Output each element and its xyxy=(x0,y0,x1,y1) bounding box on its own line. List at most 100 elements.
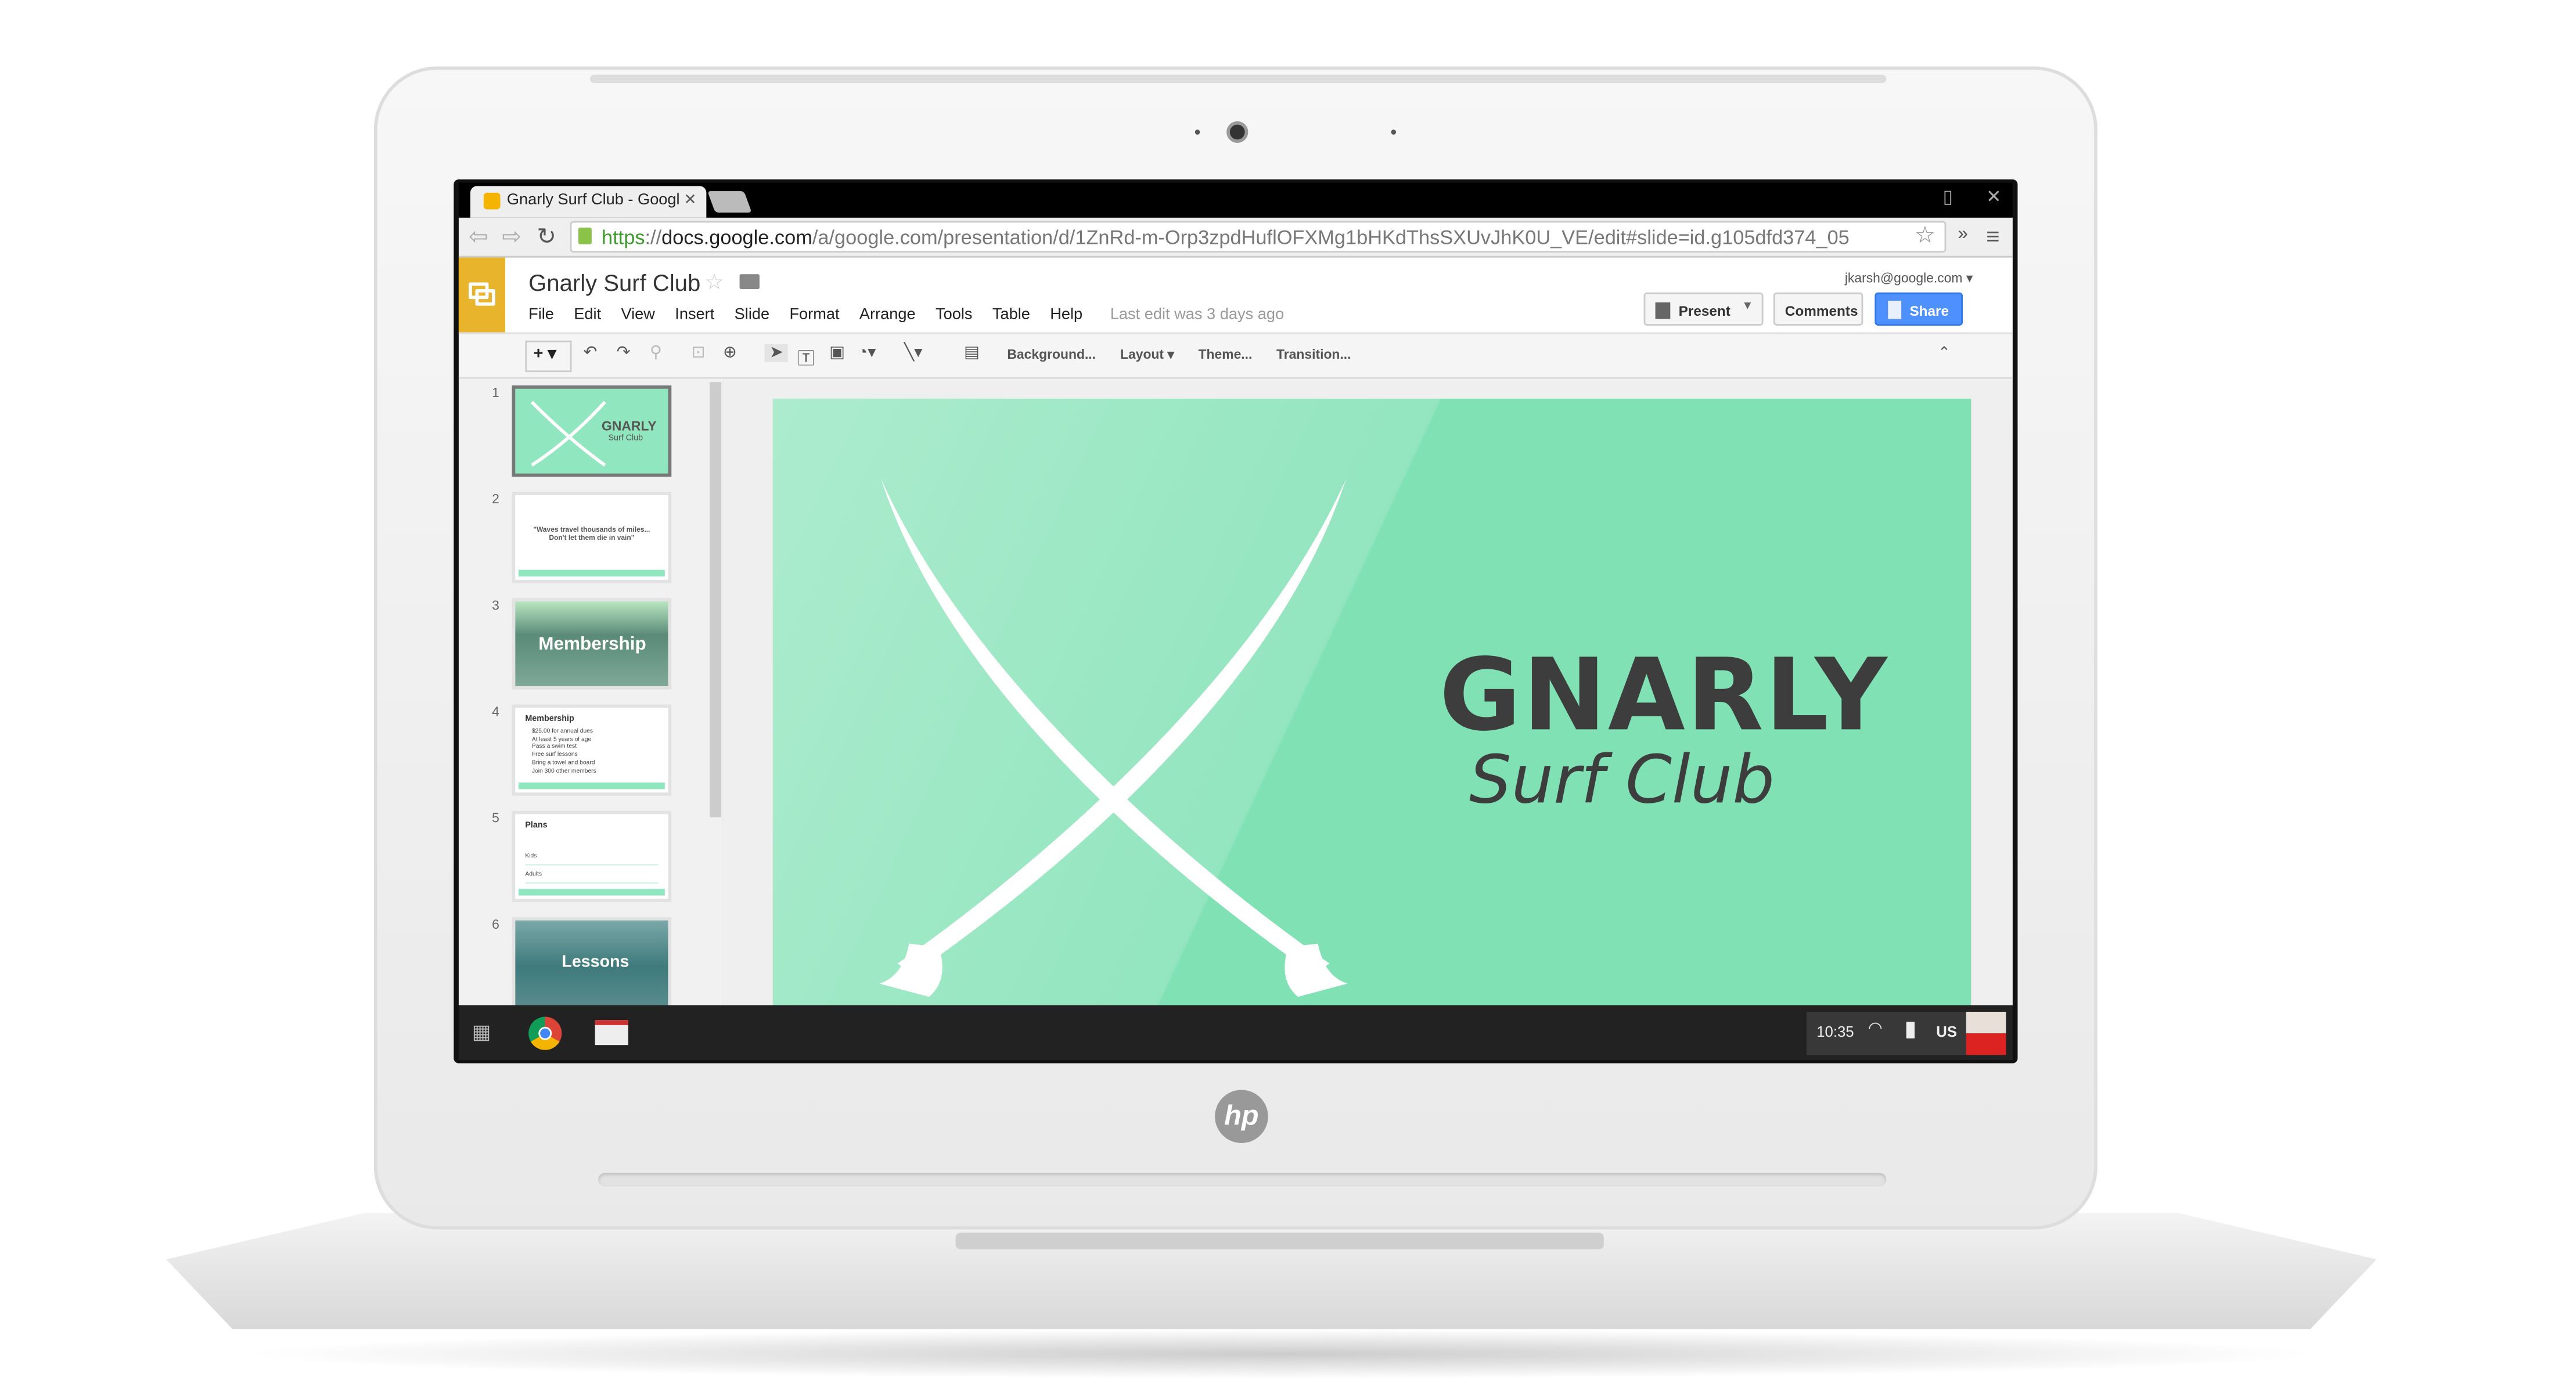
select-icon[interactable]: ➤ xyxy=(764,344,789,362)
url-sep: :// xyxy=(645,226,662,250)
slides-logo-icon[interactable] xyxy=(458,257,506,333)
new-tab-button[interactable] xyxy=(707,191,752,213)
redo-icon[interactable]: ↷ xyxy=(617,344,631,362)
menu-help[interactable]: Help xyxy=(1050,306,1082,324)
extensions-overflow-icon[interactable]: » xyxy=(1958,224,1968,244)
folder-icon[interactable] xyxy=(739,274,760,289)
image-icon[interactable]: ▣ xyxy=(829,344,845,362)
menu-format[interactable]: Format xyxy=(789,306,839,324)
menu-view[interactable]: View xyxy=(621,306,654,324)
bullet-item: Join 300 other members xyxy=(531,766,596,774)
slide-thumb-4[interactable]: Membership $25.00 for annual dues At leas… xyxy=(512,704,672,796)
maximize-icon[interactable]: ▯ xyxy=(1943,186,1953,207)
chrome-menu-icon[interactable]: ≡ xyxy=(1986,223,1999,250)
layout-button[interactable]: Layout ▾ xyxy=(1120,347,1174,362)
bullet-item: $25.00 for annual dues xyxy=(531,727,593,735)
slide-number: 6 xyxy=(492,917,499,932)
slide-title[interactable]: GNARLY xyxy=(1439,638,1888,754)
footer-bar xyxy=(518,889,665,896)
doc-title[interactable]: Gnarly Surf Club xyxy=(528,269,700,296)
sensor-dot xyxy=(1391,129,1397,135)
reload-icon[interactable]: ↻ xyxy=(537,223,556,251)
bullet-item: At least 5 years of age xyxy=(531,735,592,742)
url-scheme: https xyxy=(602,226,645,250)
bullet-item: Pass a swim test xyxy=(531,743,577,750)
bookmark-star-icon[interactable]: ☆ xyxy=(1915,221,1935,250)
tab-title: Gnarly Surf Club - Googl xyxy=(506,191,680,210)
menu-tools[interactable]: Tools xyxy=(936,306,973,324)
back-icon[interactable]: ⇦ xyxy=(469,223,488,251)
thumb-title: Lessons xyxy=(562,953,629,972)
lock-icon xyxy=(578,228,592,244)
chrome-icon[interactable] xyxy=(528,1016,562,1050)
filmstrip-scrollbar[interactable] xyxy=(710,382,722,818)
clock: 10:35 xyxy=(1816,1023,1854,1040)
zoom-icon[interactable]: ⊕ xyxy=(723,344,737,362)
address-bar[interactable]: https://docs.google.com/a/google.com/pre… xyxy=(570,221,1947,253)
menu-bar: File Edit View Insert Slide Format Arrange Tool… xyxy=(528,306,1082,324)
editor-toolbar: + ▾ ↶ ↷ ⚲ ⊡ ⊕ ➤ 🅃 ▣ ◔▾ ╲▾ ▤ Background..… xyxy=(458,334,2013,379)
present-button[interactable]: Present ▼ xyxy=(1643,292,1764,326)
share-label: Share xyxy=(1909,302,1949,319)
speaker-notes-icon[interactable]: ▤ xyxy=(964,344,980,362)
thumb-title: GNARLY xyxy=(602,419,657,434)
menu-slide[interactable]: Slide xyxy=(735,306,769,324)
slide-subtitle[interactable]: Surf Club xyxy=(1469,742,1775,819)
app-launcher-icon[interactable]: ▦ xyxy=(472,1020,491,1043)
thumb-quote: "Waves travel thousands of miles... xyxy=(533,525,650,533)
thumb-quote: Don't let them die in vain" xyxy=(549,533,635,542)
thumb-title: Plans xyxy=(525,820,548,831)
paint-format-icon[interactable]: ⚲ xyxy=(650,344,662,362)
line-icon[interactable]: ╲▾ xyxy=(904,344,923,362)
menu-insert[interactable]: Insert xyxy=(675,306,714,324)
hp-logo: hp xyxy=(1215,1090,1268,1144)
slide-number: 5 xyxy=(492,810,499,826)
transition-button[interactable]: Transition... xyxy=(1276,347,1351,362)
menu-file[interactable]: File xyxy=(528,306,554,324)
account-menu[interactable]: jkarsh@google.com ▾ xyxy=(1845,271,1973,286)
slide-number: 1 xyxy=(492,385,499,401)
slide-thumb-5[interactable]: Plans KidsAdultsSeniors xyxy=(512,810,672,903)
footer-bar xyxy=(518,569,665,577)
menu-edit[interactable]: Edit xyxy=(574,306,601,324)
close-tab-icon[interactable]: ✕ xyxy=(684,191,697,209)
laptop-base xyxy=(166,1213,2377,1329)
gmail-icon[interactable] xyxy=(595,1020,628,1045)
star-icon[interactable]: ☆ xyxy=(704,269,724,296)
url-path: /a/google.com/presentation/d/1ZnRd-m-Orp… xyxy=(812,226,1850,250)
text-box-icon[interactable]: 🅃 xyxy=(798,344,815,369)
collapse-icon[interactable]: ⌃ xyxy=(1938,344,1951,362)
laptop-top-edge xyxy=(590,74,1887,84)
slide-thumb-6[interactable]: Lessons xyxy=(512,917,672,1005)
slide-thumb-1[interactable]: GNARLY Surf Club xyxy=(512,385,672,477)
thumb-subtitle: Surf Club xyxy=(608,433,643,444)
last-edit-status[interactable]: Last edit was 3 days ago xyxy=(1110,306,1284,324)
bullet-item: Free surf lessons xyxy=(531,751,578,758)
browser-tab[interactable]: Gnarly Surf Club - Googl ✕ xyxy=(470,186,707,218)
background-button[interactable]: Background... xyxy=(1007,347,1096,362)
menu-arrange[interactable]: Arrange xyxy=(859,306,916,324)
sensor-dot xyxy=(1195,129,1200,135)
surfboards-icon xyxy=(530,401,606,467)
undo-icon[interactable]: ↶ xyxy=(584,344,598,362)
slide-number: 2 xyxy=(492,492,499,507)
laptop-shadow xyxy=(232,1329,2327,1379)
theme-button[interactable]: Theme... xyxy=(1199,347,1253,362)
slide-thumb-3[interactable]: Membership xyxy=(512,598,672,690)
new-slide-button[interactable]: + ▾ xyxy=(525,340,572,373)
forward-icon[interactable]: ⇨ xyxy=(502,223,521,251)
menu-table[interactable]: Table xyxy=(992,306,1030,324)
present-dropdown-icon[interactable]: ▼ xyxy=(1742,301,1753,312)
share-button[interactable]: Share xyxy=(1875,292,1963,326)
user-avatar[interactable] xyxy=(1966,1011,2006,1055)
table-row-label: Kids xyxy=(525,848,659,866)
slide-thumb-2[interactable]: "Waves travel thousands of miles... Don't… xyxy=(512,492,672,583)
slide-number: 4 xyxy=(492,704,499,720)
comments-button[interactable]: Comments xyxy=(1773,292,1863,326)
fit-icon[interactable]: ⊡ xyxy=(692,344,706,362)
close-window-icon[interactable]: ✕ xyxy=(1986,186,2001,207)
shape-icon[interactable]: ◔▾ xyxy=(858,344,876,362)
webcam xyxy=(1226,121,1249,143)
laptop-hinge xyxy=(598,1173,1887,1187)
shelf: ▦ xyxy=(458,1005,2013,1060)
